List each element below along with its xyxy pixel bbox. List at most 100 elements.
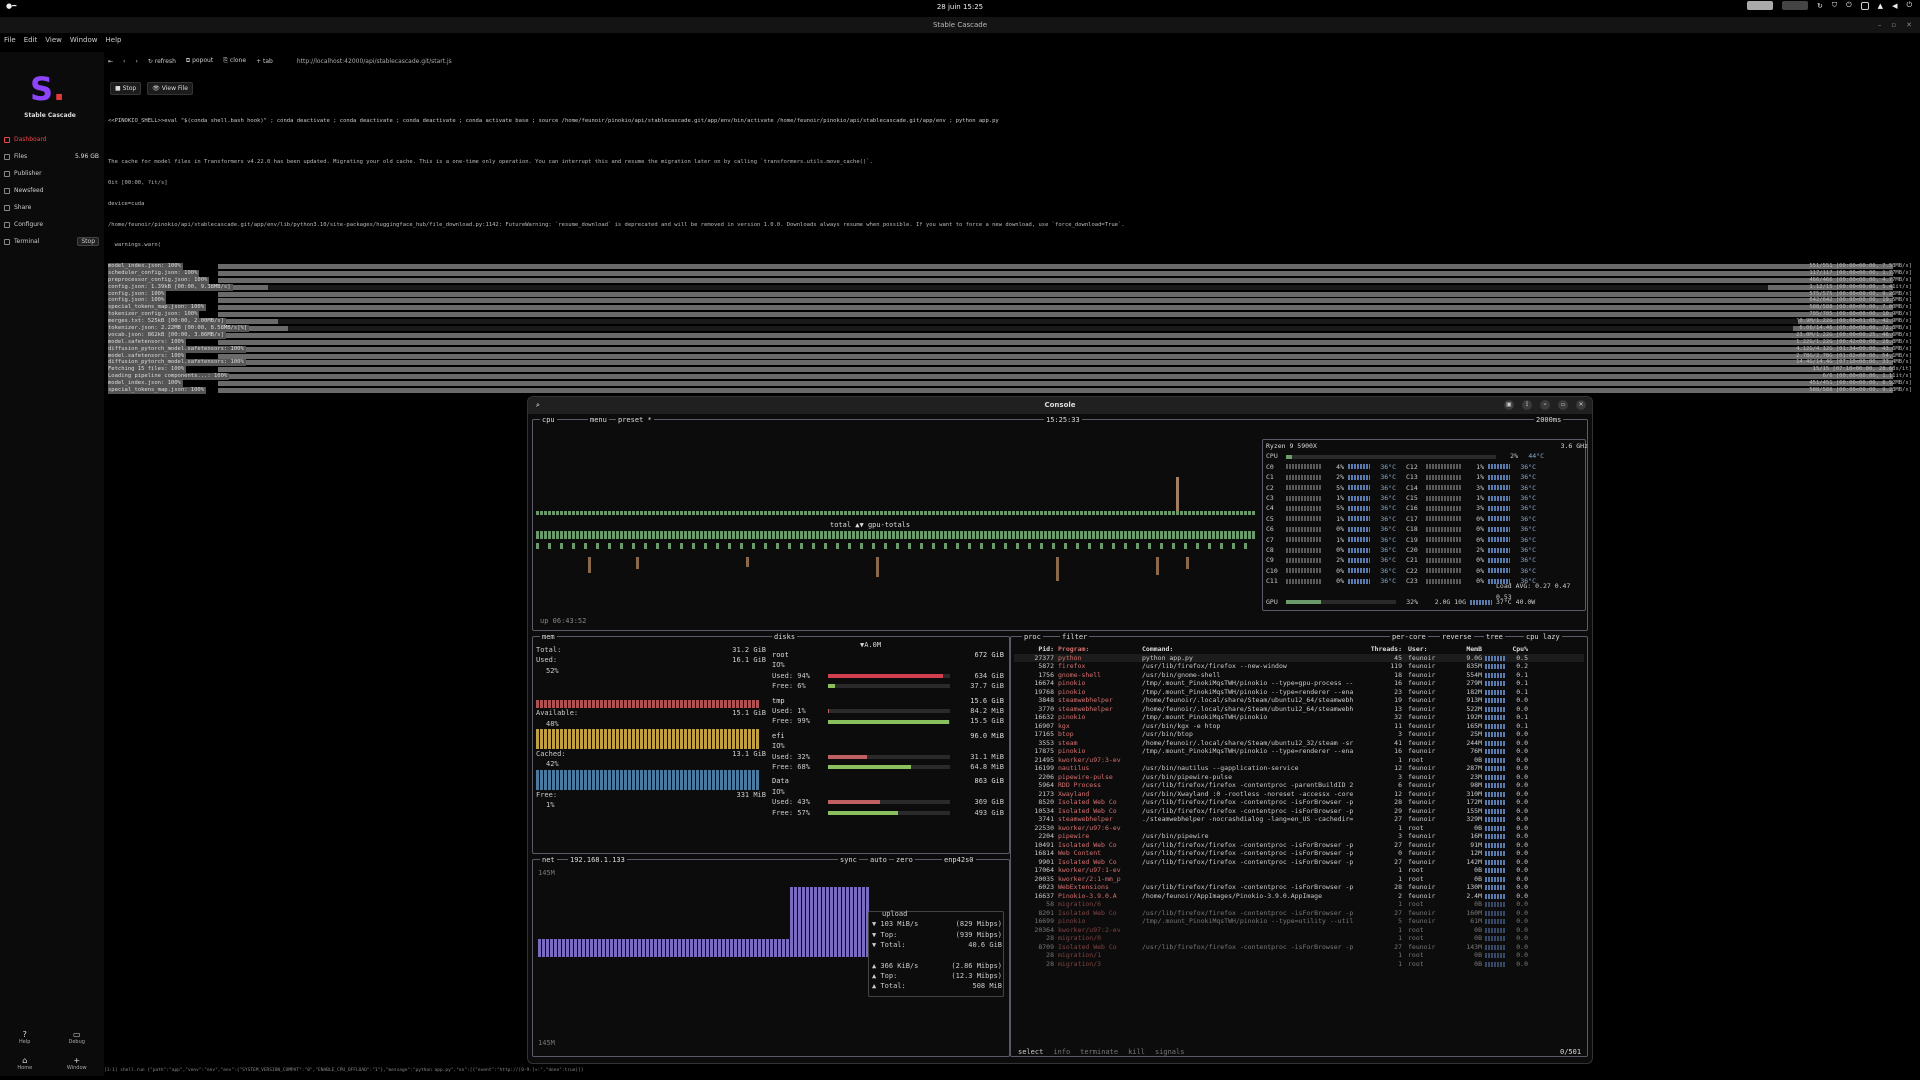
process-row[interactable]: 16199 nautilus/usr/bin/nautilus --gapplic… xyxy=(1014,764,1584,773)
battery-icon[interactable]: ⏻ xyxy=(1906,1,1912,10)
process-row[interactable]: 5872 firefox/usr/lib/firefox/firefox --ne… xyxy=(1014,662,1584,671)
help-button[interactable]: ? Help xyxy=(19,1030,30,1045)
menu-icon[interactable]: ⋮ xyxy=(1522,400,1532,410)
process-row[interactable]: 16632 pinokio/tmp/.mount_PinokiMqsTWH/pin… xyxy=(1014,713,1584,722)
process-row[interactable]: 17064 kworker/u97:1-ev 1 root 0B 0.0 xyxy=(1014,866,1584,875)
disks-panel-title[interactable]: disks xyxy=(772,633,798,641)
process-row[interactable]: 19768 pinokio/tmp/.mount_PinokiMqsTWH/pin… xyxy=(1014,688,1584,697)
url-field[interactable]: http://localhost:42000/api/stablecascade… xyxy=(297,58,452,65)
net-interface[interactable]: enp42s0 xyxy=(942,856,976,864)
workspace-indicator-1[interactable] xyxy=(1747,1,1773,10)
proc-per-core[interactable]: per-core xyxy=(1390,633,1428,641)
menu-file[interactable]: File xyxy=(4,36,16,48)
popout-button[interactable]: ⧉ popout xyxy=(186,57,213,65)
process-row[interactable]: 16907 kgx/usr/bin/kgx -e htop 11 feunoir 165… xyxy=(1014,722,1584,731)
process-row[interactable]: 2173 Xwayland/usr/bin/Xwayland :0 -rootle… xyxy=(1014,790,1584,799)
shield-icon[interactable]: ⛉ xyxy=(1832,1,1837,10)
proc-filter[interactable]: filter xyxy=(1060,633,1090,641)
home-button[interactable]: ⌂ Home xyxy=(17,1056,32,1071)
process-row[interactable]: 5964 RDD Process/usr/lib/firefox/firefox … xyxy=(1014,781,1584,790)
forward-icon[interactable]: › xyxy=(135,58,137,65)
sidebar-item-share[interactable]: Share xyxy=(4,201,99,214)
refresh-icon[interactable]: ↻ xyxy=(1817,2,1823,10)
sidebar-toggle-icon[interactable]: ⇤ xyxy=(108,58,113,65)
window-button[interactable]: + Window xyxy=(67,1056,87,1071)
app-logo[interactable]: S. xyxy=(30,70,65,108)
process-row[interactable]: 10534 Isolated Web Co/usr/lib/firefox/fir… xyxy=(1014,807,1584,816)
proc-panel-title[interactable]: proc xyxy=(1022,633,1043,641)
maximize-icon[interactable]: ▫ xyxy=(1891,17,1896,33)
process-row[interactable]: 3741 steamwebhelper ./steamwebhelper -nocr… xyxy=(1014,815,1584,824)
debug-button[interactable]: ▭ Debug xyxy=(69,1030,85,1045)
menu-window[interactable]: Window xyxy=(70,36,98,48)
new-tab-button[interactable]: + tab xyxy=(256,58,273,65)
minimize-icon[interactable]: – xyxy=(1540,400,1550,410)
proc-footer-info[interactable]: info xyxy=(1053,1048,1070,1056)
process-row[interactable]: 2204 pipewire/usr/bin/pipewire 3 feunoir 16M… xyxy=(1014,832,1584,841)
search-icon[interactable]: ⌕ xyxy=(536,397,540,414)
process-row[interactable]: 8709 Isolated Web Co/usr/lib/firefox/fire… xyxy=(1014,943,1584,952)
cpu-preset[interactable]: preset * xyxy=(616,416,654,424)
terminal-log[interactable]: <<PINOKIO_SHELL>>eval "$(conda shell.bas… xyxy=(108,104,1912,394)
process-row[interactable]: 16637 Pinokio-3.9.0.A/home/feunoir/AppIma… xyxy=(1014,892,1584,901)
sidebar-item-files[interactable]: Files 5.96 GB xyxy=(4,150,99,163)
proc-footer-terminate[interactable]: terminate xyxy=(1080,1048,1118,1056)
sidebar-item-configure[interactable]: Configure xyxy=(4,218,99,231)
back-icon[interactable]: ‹ xyxy=(123,58,125,65)
process-row[interactable]: 2206 pipewire-pulse/usr/bin/pipewire-puls… xyxy=(1014,773,1584,782)
process-row[interactable]: 16814 Web Content/usr/lib/firefox/firefox… xyxy=(1014,849,1584,858)
net-zero[interactable]: zero xyxy=(894,856,915,864)
view-file-button[interactable]: 👁 View File xyxy=(147,82,193,95)
process-row[interactable]: 22530 kworker/u97:6-ev 1 root 0B 0.0 xyxy=(1014,824,1584,833)
sidebar-item-publisher[interactable]: Publisher xyxy=(4,167,99,180)
process-row[interactable]: 10491 Isolated Web Co/usr/lib/firefox/fir… xyxy=(1014,841,1584,850)
proc-sort[interactable]: cpu lazy xyxy=(1524,633,1562,641)
close-icon[interactable]: ✕ xyxy=(1906,17,1912,33)
process-table[interactable]: Pid: Program: Command: Threads: User: MemB Cpu… xyxy=(1014,645,1584,968)
process-row[interactable]: 28 migration/0 1 root 0B 0.0 xyxy=(1014,934,1584,943)
process-row[interactable]: 8201 Isolated Web Co/usr/lib/firefox/fire… xyxy=(1014,909,1584,918)
sidebar-item-dashboard[interactable]: Dashboard xyxy=(4,133,99,146)
process-row[interactable]: 3553 steam/home/feunoir/.local/share/Stea… xyxy=(1014,739,1584,748)
process-row[interactable]: 1756 gnome-shell/usr/bin/gnome-shell 18 feu… xyxy=(1014,671,1584,680)
minimize-icon[interactable]: – xyxy=(1878,17,1882,33)
menu-edit[interactable]: Edit xyxy=(24,36,38,48)
console-window[interactable]: ⌕ Console ▣ ⋮ – ▫ ✕ cpu menu preset * 15:25:… xyxy=(527,396,1593,1064)
network-icon[interactable]: ▲ xyxy=(1878,2,1883,10)
process-row[interactable]: 16674 pinokio/tmp/.mount_PinokiMqsTWH/pin… xyxy=(1014,679,1584,688)
process-row[interactable]: 17875 pinokio/tmp/.mount_PinokiMqsTWH/pin… xyxy=(1014,747,1584,756)
process-row[interactable]: 3770 steamwebhelper/home/feunoir/.local/s… xyxy=(1014,705,1584,714)
window-icon[interactable] xyxy=(1860,1,1869,10)
new-tab-icon[interactable]: ▣ xyxy=(1504,400,1514,410)
process-row[interactable]: 17165 btop/usr/bin/btop 3 feunoir 25M 0.0 xyxy=(1014,730,1584,739)
cpu-refresh-rate[interactable]: 2000ms xyxy=(1534,416,1564,424)
menu-view[interactable]: View xyxy=(45,36,62,48)
clone-button[interactable]: ⎘ clone xyxy=(223,57,246,65)
proc-footer-signals[interactable]: signals xyxy=(1155,1048,1185,1056)
cpu-panel-title[interactable]: cpu xyxy=(540,416,557,424)
process-row[interactable]: 58 migration/6 1 root 0B 0.0 xyxy=(1014,900,1584,909)
terminal-stop-button[interactable]: Stop xyxy=(77,237,99,246)
process-row[interactable]: 27377 python python app.py 45 feunoir 9.0G 0.5 xyxy=(1014,653,1584,662)
process-row[interactable]: 21495 kworker/u97:3-ev 1 root 0B 0.0 xyxy=(1014,756,1584,765)
clock[interactable]: 28 juin 15:25 xyxy=(0,3,1920,11)
process-row[interactable]: 8520 Isolated Web Co/usr/lib/firefox/fire… xyxy=(1014,798,1584,807)
net-sync[interactable]: sync xyxy=(838,856,859,864)
net-panel-title[interactable]: net xyxy=(540,856,557,864)
refresh-button[interactable]: ↻ refresh xyxy=(148,58,176,65)
power-icon[interactable]: ⏻ xyxy=(1846,1,1852,10)
process-row[interactable]: 20364 kworker/u97:2-ev 1 root 0B 0.0 xyxy=(1014,926,1584,935)
proc-reverse[interactable]: reverse xyxy=(1440,633,1474,641)
maximize-icon[interactable]: ▫ xyxy=(1558,400,1568,410)
close-icon[interactable]: ✕ xyxy=(1576,400,1586,410)
menu-help[interactable]: Help xyxy=(106,36,122,48)
net-auto[interactable]: auto xyxy=(868,856,889,864)
stop-button[interactable]: ■ Stop xyxy=(110,82,142,95)
process-row[interactable]: 6023 WebExtensions/usr/lib/firefox/firefo… xyxy=(1014,883,1584,892)
process-row[interactable]: 16699 pinokio/tmp/.mount_PinokiMqsTWH/pin… xyxy=(1014,917,1584,926)
process-row[interactable]: 28 migration/3 1 root 0B 0.0 xyxy=(1014,960,1584,969)
mem-panel-title[interactable]: mem xyxy=(540,633,557,641)
sidebar-item-newsfeed[interactable]: Newsfeed xyxy=(4,184,99,197)
proc-footer-kill[interactable]: kill xyxy=(1128,1048,1145,1056)
volume-icon[interactable]: ◀ xyxy=(1892,2,1897,10)
